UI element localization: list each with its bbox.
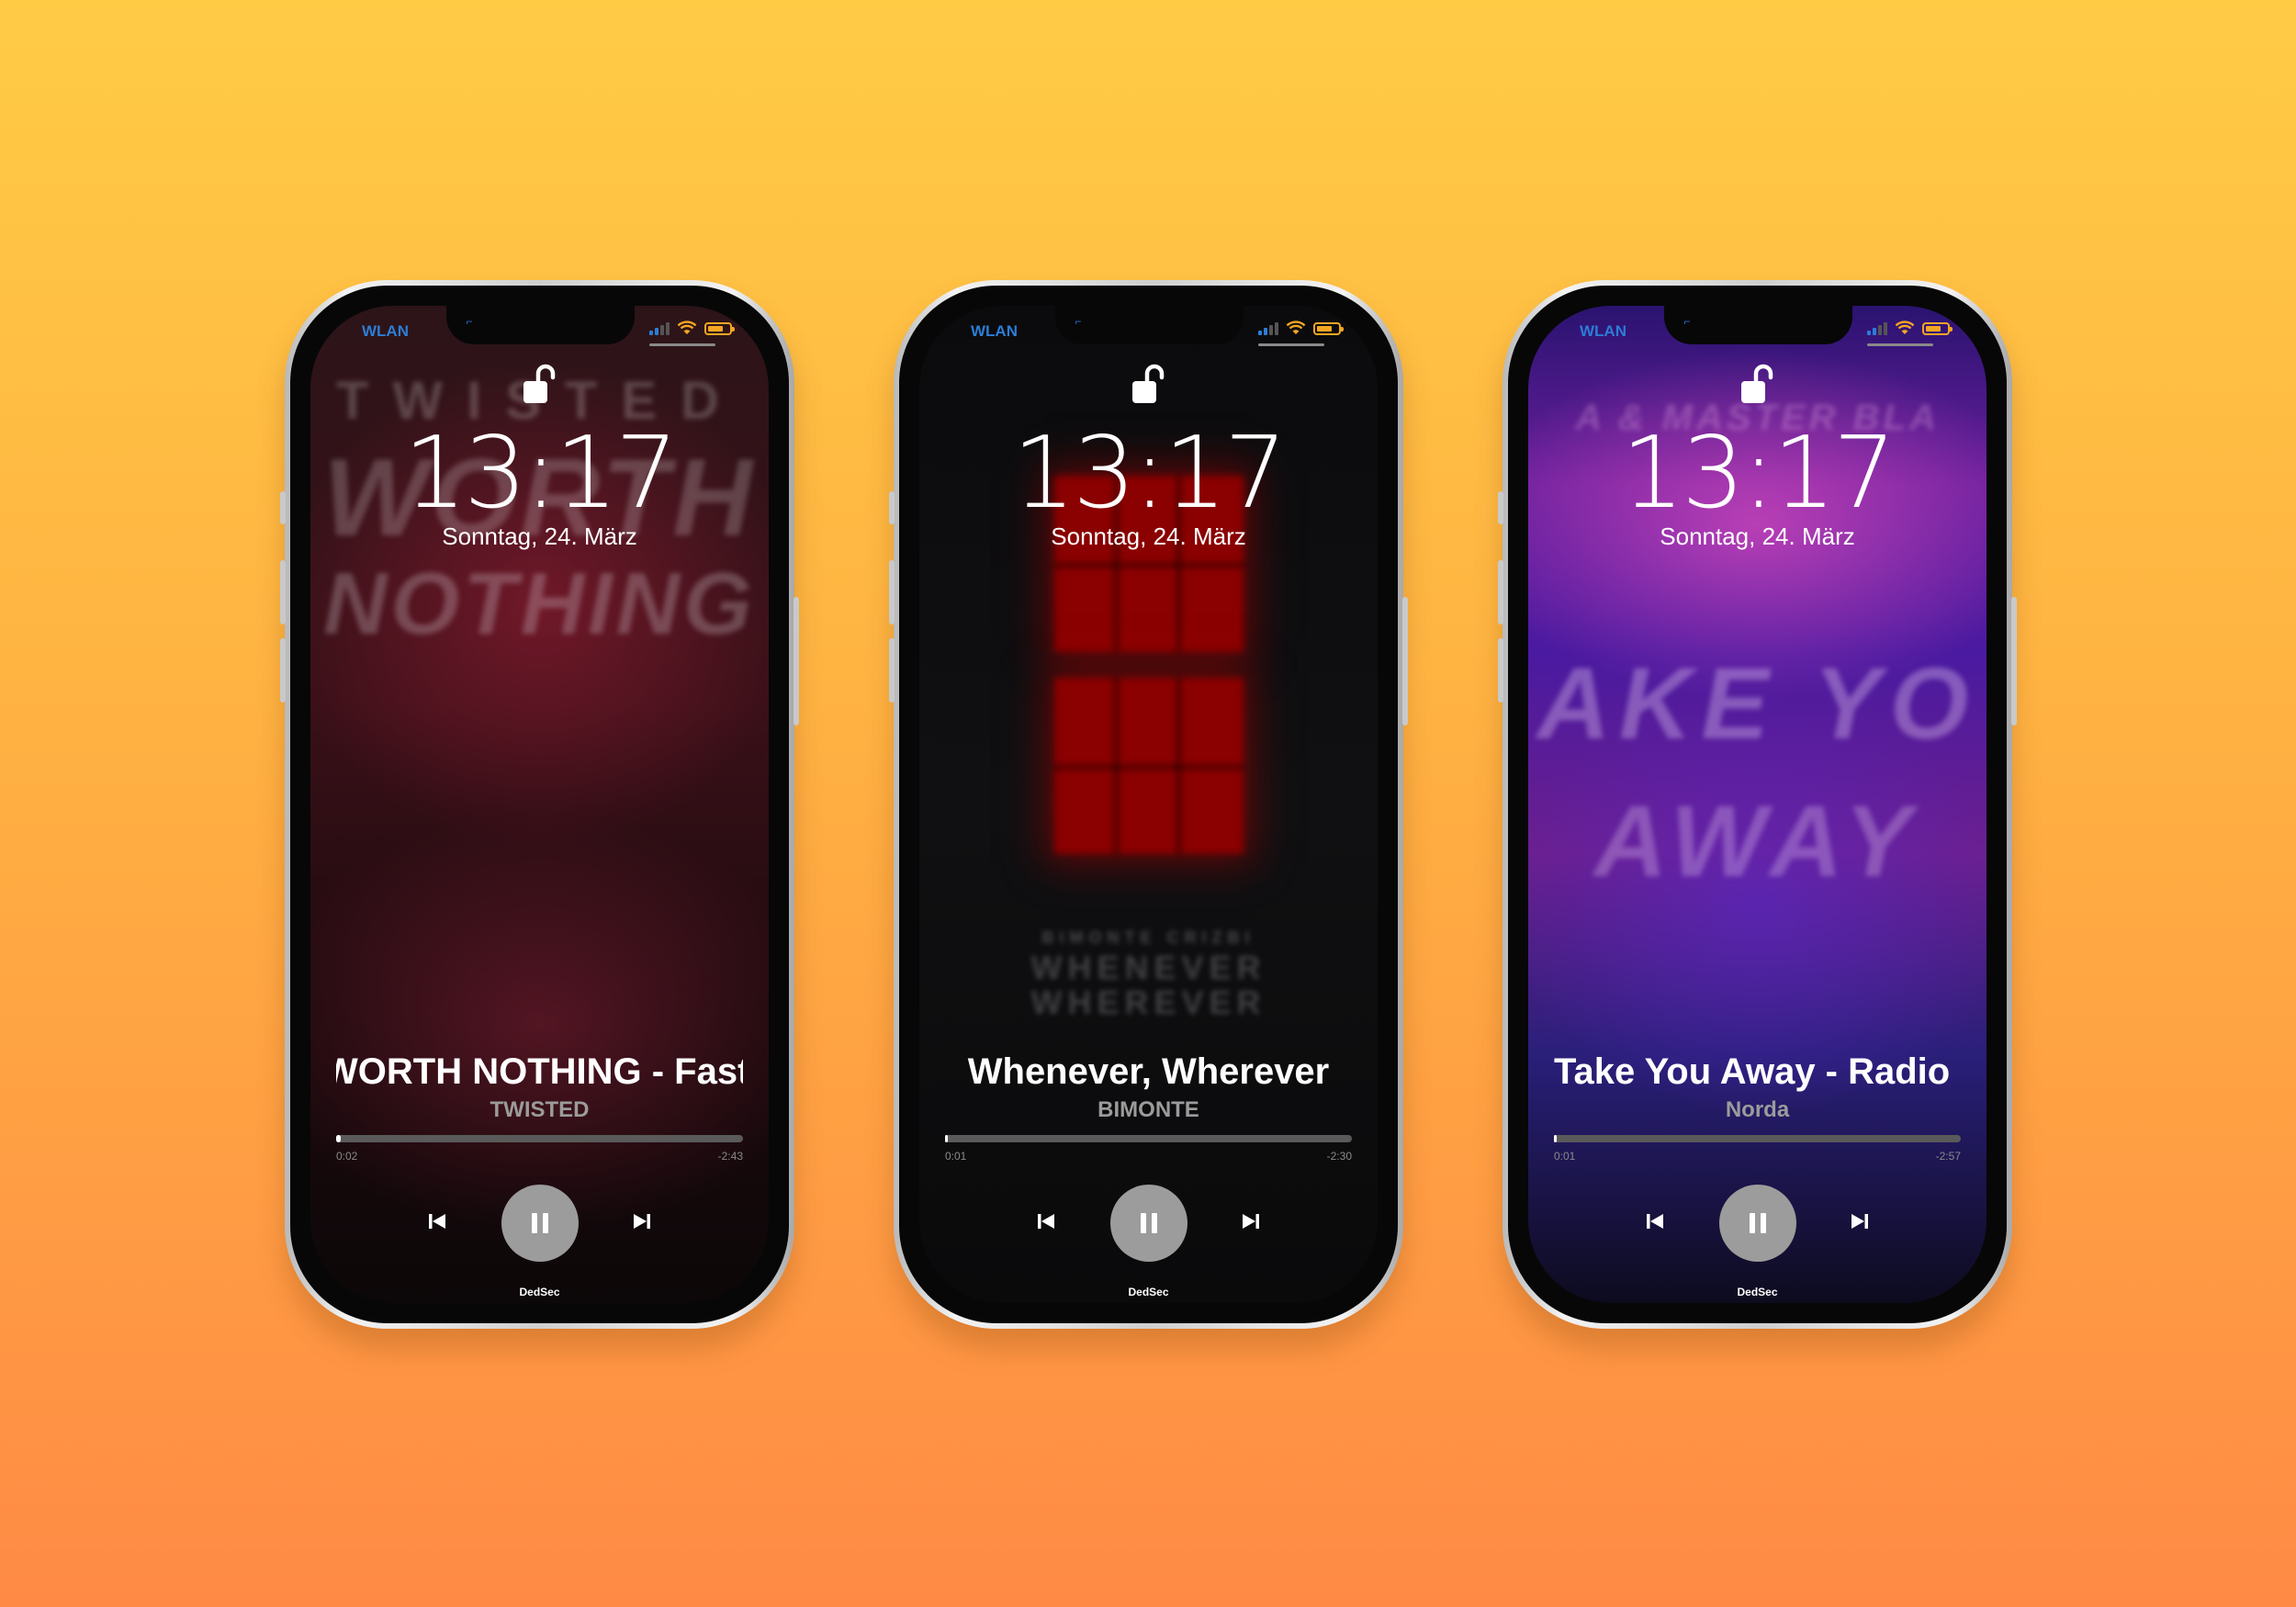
track-title: WORTH NOTHING - Fast	[336, 1051, 743, 1093]
output-device-label[interactable]: DedSec	[310, 1286, 769, 1298]
status-underline	[1867, 343, 1933, 346]
previous-track-icon[interactable]	[424, 1208, 450, 1234]
volume-down-button	[889, 638, 895, 702]
side-button	[2011, 597, 2017, 725]
notch: ⌐	[1663, 306, 1852, 344]
output-device-label[interactable]: DedSec	[919, 1286, 1378, 1298]
elapsed-time: 0:01	[945, 1150, 967, 1163]
artwork-text-1: BIMONTE CRIZBI	[1041, 928, 1255, 947]
status-wlan-label: WLAN	[362, 322, 409, 340]
lock-screen-clock: 13:17	[1621, 416, 1896, 531]
media-controls	[1528, 1185, 1986, 1262]
signal-icon	[1867, 321, 1887, 335]
elapsed-time: 0:01	[1554, 1150, 1576, 1163]
track-artist: Norda	[1725, 1097, 1790, 1122]
artwork-text-3: AWAY	[1593, 785, 1921, 898]
status-wlan-label: WLAN	[1580, 322, 1626, 340]
notch: ⌐	[445, 306, 635, 344]
remaining-time: -2:30	[1326, 1150, 1352, 1163]
pause-button[interactable]	[1718, 1185, 1796, 1262]
silent-switch	[1498, 491, 1503, 524]
camera-indicator-icon: ⌐	[1683, 315, 1691, 328]
phone-bezel: ⌐ BIMONTE CRIZBI WHENEVER WHEREVER WLAN …	[899, 286, 1398, 1323]
track-artist: BIMONTE	[1097, 1097, 1199, 1122]
lock-screen-clock: 13:17	[403, 416, 678, 531]
wifi-icon	[677, 320, 697, 336]
previous-track-icon[interactable]	[1642, 1208, 1668, 1234]
media-controls	[919, 1185, 1378, 1262]
artwork-text-2: AKE YO	[1536, 647, 1978, 760]
lock-screen: ⌐ A & MASTER BLA AKE YO AWAY WLAN 13:17 …	[1528, 306, 1986, 1303]
volume-up-button	[1498, 560, 1503, 624]
phone-2: ⌐ BIMONTE CRIZBI WHENEVER WHEREVER WLAN …	[889, 280, 1408, 1329]
wifi-icon	[1286, 320, 1306, 336]
lock-screen: ⌐ TWISTED WORTH NOTHING WLAN 13:17 Sonnt…	[310, 306, 769, 1303]
media-controls	[310, 1185, 769, 1262]
signal-icon	[1258, 321, 1278, 335]
volume-up-button	[889, 560, 895, 624]
phone-bezel: ⌐ A & MASTER BLA AKE YO AWAY WLAN 13:17 …	[1508, 286, 2007, 1323]
unlock-icon[interactable]	[1129, 363, 1169, 405]
pause-icon	[1749, 1213, 1766, 1233]
playback-scrubber[interactable]	[1554, 1135, 1961, 1142]
lock-screen-date: Sonntag, 24. März	[442, 523, 637, 550]
silent-switch	[889, 491, 895, 524]
side-button	[793, 597, 799, 725]
battery-icon	[1922, 321, 1953, 335]
previous-track-icon[interactable]	[1033, 1208, 1059, 1234]
lock-screen-date: Sonntag, 24. März	[1051, 523, 1246, 550]
status-underline	[649, 343, 715, 346]
playback-progress-fill	[945, 1135, 949, 1142]
next-track-icon[interactable]	[1847, 1208, 1873, 1234]
artwork-window-bottom	[1053, 678, 1244, 854]
unlock-icon[interactable]	[520, 363, 560, 405]
track-title-text: Take You Away - Radio E	[1554, 1051, 1961, 1092]
phone-bezel: ⌐ TWISTED WORTH NOTHING WLAN 13:17 Sonnt…	[290, 286, 789, 1323]
artwork-text-3: WHEREVER	[1030, 983, 1266, 1021]
battery-icon	[704, 321, 735, 335]
signal-icon	[649, 321, 670, 335]
wifi-icon	[1895, 320, 1915, 336]
remaining-time: -2:43	[717, 1150, 743, 1163]
pause-button[interactable]	[1109, 1185, 1187, 1262]
volume-up-button	[280, 560, 286, 624]
track-title-text: WORTH NOTHING - Fast	[336, 1051, 743, 1092]
volume-down-button	[1498, 638, 1503, 702]
pause-icon	[1140, 1213, 1157, 1233]
track-artist: TWISTED	[490, 1097, 590, 1122]
artwork-text-2: WHENEVER	[1030, 949, 1266, 986]
track-title: Whenever, Wherever	[967, 1051, 1330, 1092]
phone-1: ⌐ TWISTED WORTH NOTHING WLAN 13:17 Sonnt…	[280, 280, 799, 1329]
playback-scrubber[interactable]	[336, 1135, 743, 1142]
camera-indicator-icon: ⌐	[1075, 315, 1082, 328]
elapsed-time: 0:02	[336, 1150, 358, 1163]
lock-screen: ⌐ BIMONTE CRIZBI WHENEVER WHEREVER WLAN …	[919, 306, 1378, 1303]
status-wlan-label: WLAN	[971, 322, 1018, 340]
lock-screen-clock: 13:17	[1012, 416, 1287, 531]
lock-screen-date: Sonntag, 24. März	[1660, 523, 1855, 550]
pause-icon	[531, 1213, 548, 1233]
status-icons	[649, 320, 735, 336]
camera-indicator-icon: ⌐	[466, 315, 473, 328]
next-track-icon[interactable]	[629, 1208, 655, 1234]
battery-icon	[1313, 321, 1344, 335]
status-icons	[1258, 320, 1344, 336]
volume-down-button	[280, 638, 286, 702]
playback-progress-fill	[1554, 1135, 1557, 1142]
notch: ⌐	[1054, 306, 1244, 344]
status-icons	[1867, 320, 1953, 336]
status-underline	[1258, 343, 1324, 346]
playback-progress-fill	[336, 1135, 342, 1142]
silent-switch	[280, 491, 286, 524]
next-track-icon[interactable]	[1238, 1208, 1264, 1234]
track-title: Take You Away - Radio E	[1554, 1051, 1961, 1093]
artwork-text-3: NOTHING	[323, 555, 756, 653]
playback-scrubber[interactable]	[945, 1135, 1352, 1142]
remaining-time: -2:57	[1935, 1150, 1961, 1163]
pause-button[interactable]	[501, 1185, 579, 1262]
output-device-label[interactable]: DedSec	[1528, 1286, 1986, 1298]
phone-3: ⌐ A & MASTER BLA AKE YO AWAY WLAN 13:17 …	[1498, 280, 2017, 1329]
side-button	[1402, 597, 1408, 725]
unlock-icon[interactable]	[1738, 363, 1778, 405]
